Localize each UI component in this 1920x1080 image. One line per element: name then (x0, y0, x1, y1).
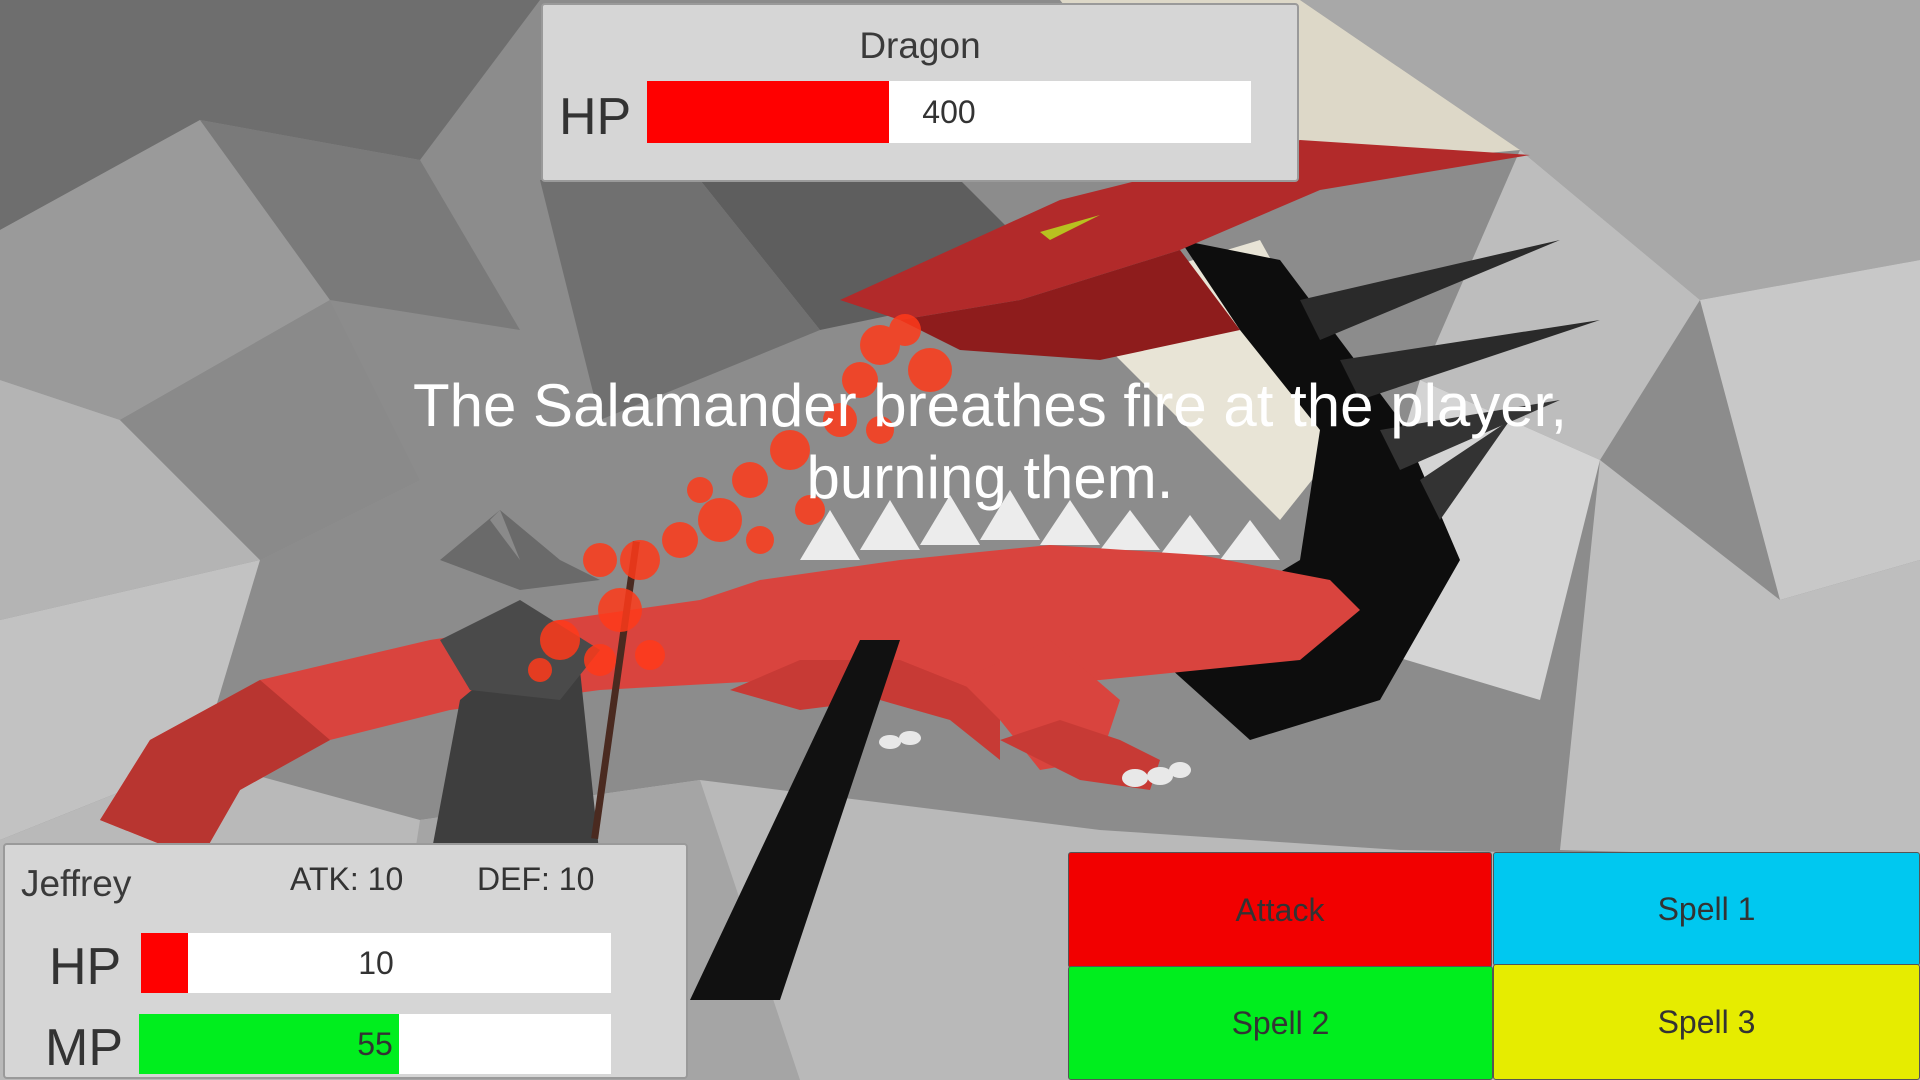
enemy-status-panel: Dragon HP 400 (541, 3, 1299, 182)
attack-button[interactable]: Attack (1068, 852, 1492, 968)
combat-message-line-1: The Salamander breathes fire at the play… (412, 372, 1567, 439)
player-mp-bar: 55 (139, 1014, 611, 1074)
player-hp-bar: 10 (141, 933, 611, 993)
enemy-hp-value: 400 (922, 93, 976, 130)
player-hp-value: 10 (358, 944, 394, 981)
dragon-claw (899, 731, 921, 745)
player-status-panel: Jeffrey ATK: 10 DEF: 10 HP 10 MP 55 (3, 843, 688, 1079)
dragon-claw (879, 735, 901, 749)
combat-message-line-2: burning them. (806, 444, 1174, 511)
player-hp-label: HP (49, 938, 122, 996)
dragon-claw (1122, 769, 1148, 787)
player-mp-label: MP (45, 1019, 123, 1077)
enemy-hp-bar: 400 (647, 81, 1251, 143)
spell-2-button[interactable]: Spell 2 (1068, 966, 1493, 1080)
spell-1-button[interactable]: Spell 1 (1493, 852, 1920, 966)
enemy-name: Dragon (859, 25, 981, 66)
dragon-claw (1169, 762, 1191, 778)
player-mp-value: 55 (357, 1025, 393, 1062)
player-atk: ATK: 10 (290, 861, 404, 897)
player-def: DEF: 10 (477, 861, 595, 897)
combat-message: The Salamander breathes fire at the play… (340, 370, 1640, 514)
player-name: Jeffrey (21, 863, 132, 904)
spell-3-button[interactable]: Spell 3 (1493, 964, 1920, 1080)
enemy-hp-label: HP (559, 88, 632, 146)
